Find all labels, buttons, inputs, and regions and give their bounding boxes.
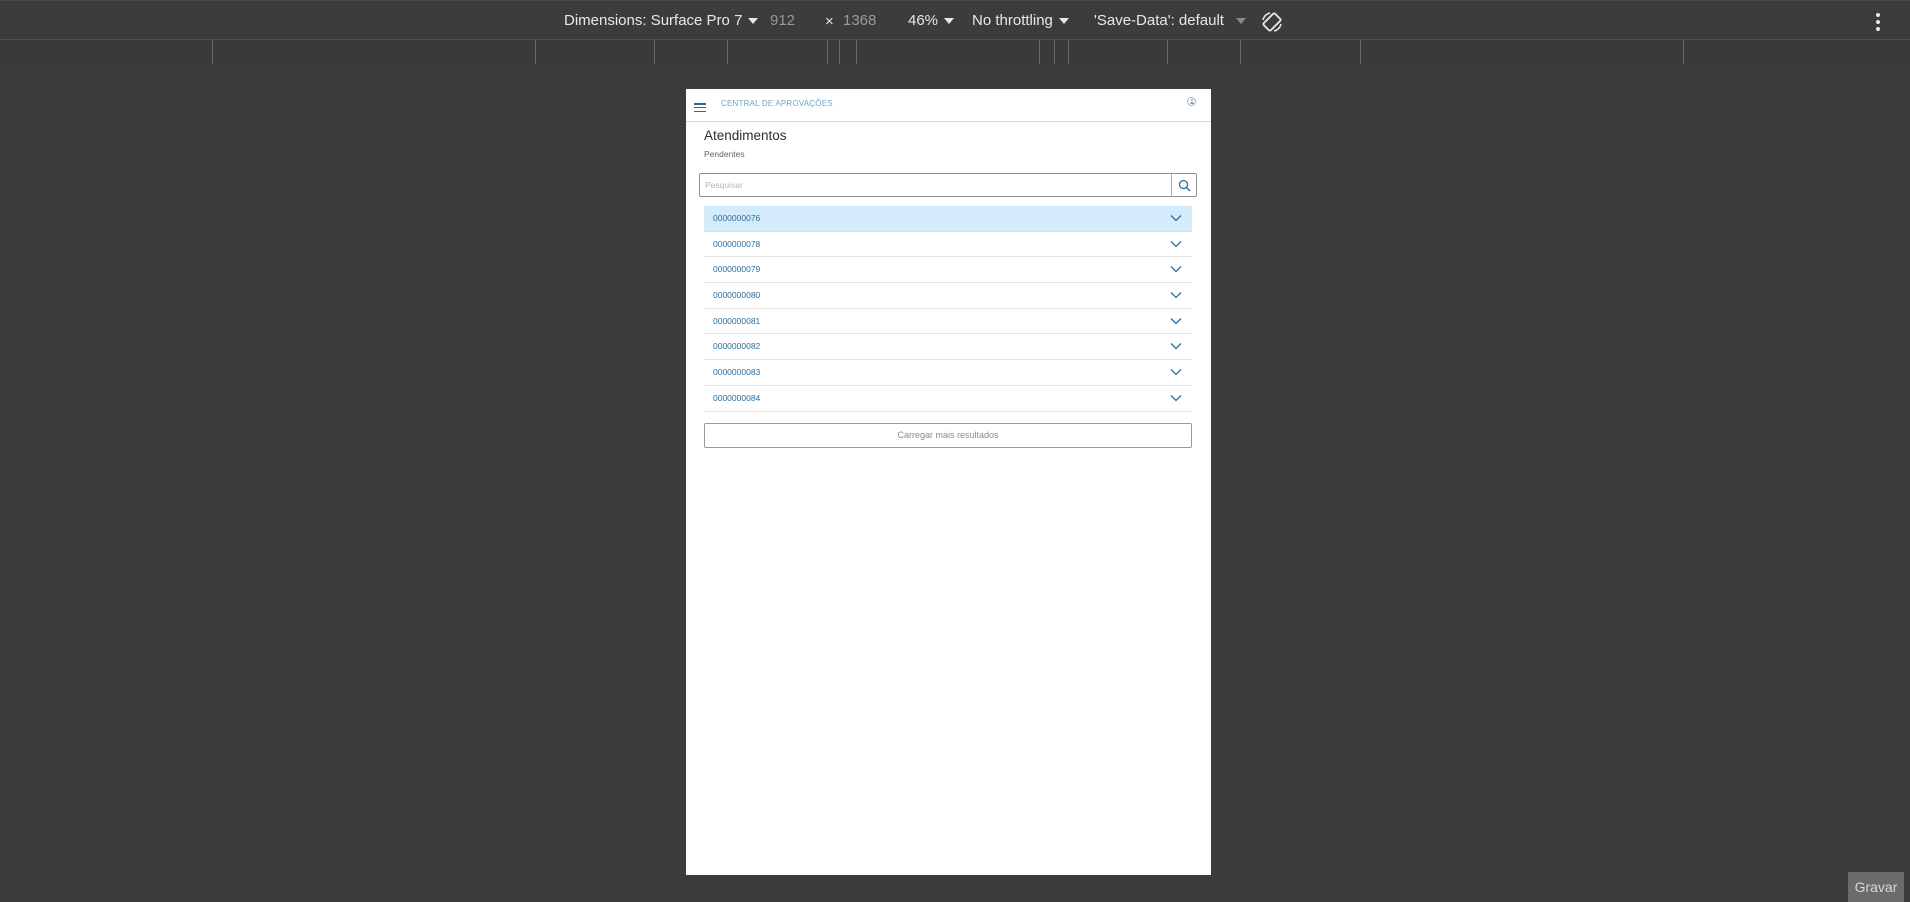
search-box [699,173,1197,197]
list-item[interactable]: 0000000084 [704,386,1192,412]
save-data-dropdown[interactable]: 'Save-Data': default [1094,12,1246,29]
item-code: 0000000078 [713,238,761,249]
width-input[interactable]: 912 [770,12,795,29]
item-code: 0000000076 [713,213,761,223]
list-item[interactable]: 0000000079 [704,257,1192,284]
zoom-label: 46% [908,12,939,29]
dimensions-dropdown[interactable]: Dimensions: Surface Pro 7 [564,12,759,29]
more-options-icon[interactable] [1875,13,1881,31]
chevron-down-icon [1235,18,1246,25]
chevron-down-icon[interactable] [1170,291,1182,299]
throttling-label: No throttling [972,12,1053,29]
search-button[interactable] [1171,174,1196,196]
list-item[interactable]: 0000000078 [704,232,1192,258]
media-query-ruler[interactable] [0,39,1910,65]
chevron-down-icon[interactable] [1170,368,1182,376]
user-icon[interactable] [1187,97,1196,106]
item-code: 0000000081 [713,315,761,326]
devtools-device-toolbar: Dimensions: Surface Pro 7 912 × 1368 46%… [0,0,1910,41]
chevron-down-icon [748,18,759,25]
list-item[interactable]: 0000000082 [704,334,1192,361]
list-item[interactable]: 0000000076 [704,206,1192,232]
list-item[interactable]: 0000000080 [704,283,1192,309]
item-code: 0000000079 [713,264,761,275]
chevron-down-icon[interactable] [1170,240,1182,248]
item-code: 0000000082 [713,341,761,352]
page-subtitle: Pendentes [704,149,745,159]
app-header: CENTRAL DE APROVAÇÕES [686,89,1211,122]
device-screen: CENTRAL DE APROVAÇÕES Atendimentos Pende… [686,89,1211,875]
times-symbol: × [825,13,834,30]
chevron-down-icon[interactable] [1170,394,1182,402]
chevron-down-icon[interactable] [1170,317,1182,325]
list-item[interactable]: 0000000083 [704,360,1192,386]
record-button[interactable]: Gravar [1848,872,1904,902]
app-title: CENTRAL DE APROVAÇÕES [721,99,833,108]
rotate-icon[interactable] [1260,10,1284,34]
page-title: Atendimentos [704,128,787,143]
load-more-button[interactable]: Carregar mais resultados [704,423,1192,448]
search-icon [1178,179,1191,192]
chevron-down-icon[interactable] [1170,214,1182,222]
chevron-down-icon [944,18,955,25]
item-code: 0000000083 [713,367,761,378]
zoom-dropdown[interactable]: 46% [908,12,955,29]
throttling-dropdown[interactable]: No throttling [972,12,1069,29]
item-code: 0000000084 [713,392,761,403]
dimensions-label: Dimensions: Surface Pro 7 [564,12,743,29]
save-data-label: 'Save-Data': default [1094,12,1224,29]
chevron-down-icon[interactable] [1170,342,1182,350]
search-input[interactable] [700,174,1170,196]
chevron-down-icon[interactable] [1170,265,1182,273]
height-input[interactable]: 1368 [843,12,876,29]
chevron-down-icon [1058,18,1069,25]
list-item[interactable]: 0000000081 [704,309,1192,335]
menu-icon[interactable] [694,103,706,113]
attendance-list: 0000000076 0000000078 0000000079 0000000… [704,206,1192,412]
item-code: 0000000080 [713,290,761,301]
